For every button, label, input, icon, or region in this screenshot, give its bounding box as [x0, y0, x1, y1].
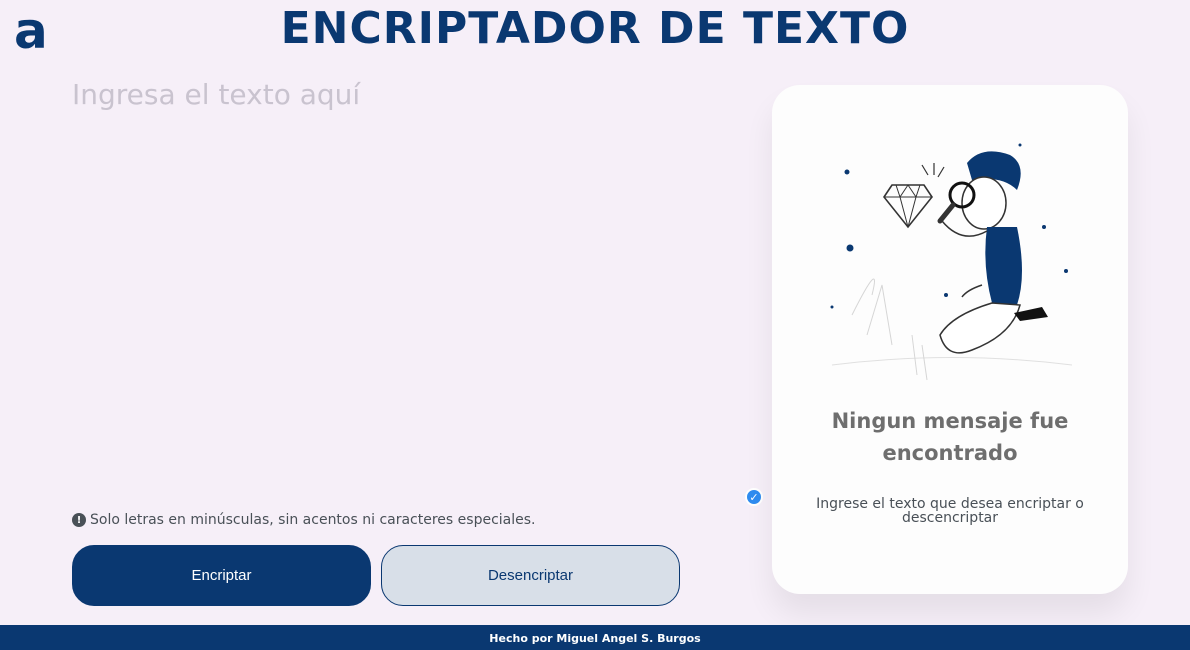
- footer-text: Hecho por Miguel Angel S. Burgos: [489, 632, 701, 645]
- person-with-magnifying-glass-illustration: [830, 143, 1073, 381]
- no-message-text: Ingrese el texto que desea encriptar o d…: [816, 496, 1084, 526]
- text-input[interactable]: [72, 78, 692, 478]
- page-title: ENCRIPTADOR DE TEXTO: [280, 3, 910, 54]
- encrypt-button[interactable]: Encriptar: [72, 545, 371, 606]
- exclamation-circle-icon: !: [72, 513, 86, 527]
- no-message-title: Ningun mensaje fue encontrado: [831, 409, 1069, 465]
- output-card: Ningun mensaje fue encontrado Ingrese el…: [772, 85, 1128, 594]
- footer: Hecho por Miguel Angel S. Burgos: [0, 625, 1190, 650]
- decrypt-button[interactable]: Desencriptar: [381, 545, 680, 606]
- notice-text: Solo letras en minúsculas, sin acentos n…: [90, 512, 536, 528]
- input-notice: ! Solo letras en minúsculas, sin acentos…: [72, 512, 535, 528]
- check-icon: ✓: [745, 488, 763, 506]
